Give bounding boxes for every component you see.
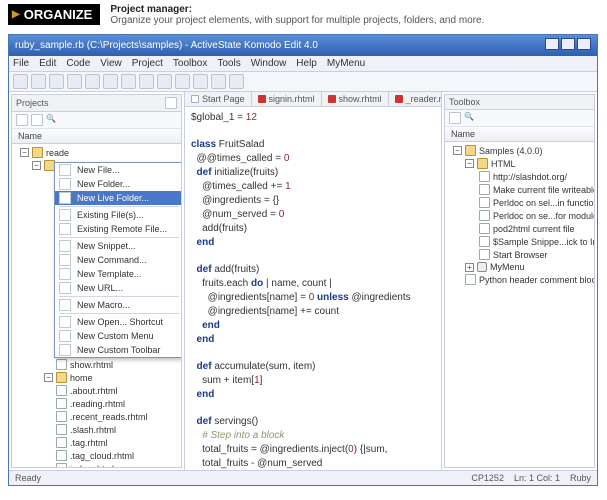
toolbar-button[interactable]: [49, 74, 64, 89]
url-icon: [479, 171, 490, 182]
name-column-header: Name: [445, 127, 594, 142]
toolbar-button[interactable]: [175, 74, 190, 89]
tab-start-page[interactable]: Start Page: [185, 92, 252, 106]
file-icon: [56, 424, 67, 435]
toolbox-panel-toolbar: 🔍: [445, 110, 594, 127]
toolbar-button[interactable]: [139, 74, 154, 89]
tab-show[interactable]: show.rhtml: [322, 92, 389, 106]
titlebar: ruby_sample.rb (C:\Projects\samples) - A…: [9, 35, 597, 56]
folder-icon: [56, 372, 67, 383]
toolbar-button[interactable]: [31, 74, 46, 89]
code-editor[interactable]: $global_1 = 12 class FruitSalad @@times_…: [185, 107, 441, 470]
panel-tool[interactable]: [16, 114, 28, 126]
menubar: File Edit Code View Project Toolbox Tool…: [9, 56, 597, 72]
command-icon: [479, 249, 490, 260]
toolbar-button[interactable]: [85, 74, 100, 89]
banner: ORGANIZE Project manager: Organize your …: [0, 0, 607, 34]
organize-badge: ORGANIZE: [8, 4, 100, 25]
folder-icon: [32, 147, 43, 158]
command-icon: [479, 210, 490, 221]
menu-help[interactable]: Help: [296, 58, 317, 69]
menu-code[interactable]: Code: [66, 58, 90, 69]
tab-signin[interactable]: signin.rhtml: [252, 92, 322, 106]
command-icon: [479, 223, 490, 234]
menu-project[interactable]: Project: [132, 58, 163, 69]
menu-new-url[interactable]: New URL...: [55, 281, 181, 295]
panel-button[interactable]: [165, 97, 177, 109]
toolbox-panel-header: Toolbox: [445, 95, 594, 110]
file-icon: [56, 359, 67, 370]
panel-tool[interactable]: [449, 112, 461, 124]
file-icon: [56, 437, 67, 448]
context-menu: New File... New Folder... New Live Folde…: [54, 162, 181, 358]
toolbar-button[interactable]: [103, 74, 118, 89]
menu-new-folder[interactable]: New Folder...: [55, 177, 181, 191]
menu-edit[interactable]: Edit: [39, 58, 56, 69]
menu-toolbox[interactable]: Toolbox: [173, 58, 207, 69]
file-icon: [56, 411, 67, 422]
menu-new-live-folder[interactable]: New Live Folder...: [55, 191, 181, 205]
panel-tool[interactable]: [31, 114, 43, 126]
projects-panel-toolbar: 🔍: [12, 112, 181, 129]
projects-panel-header: Projects: [12, 95, 181, 112]
toolbar-button[interactable]: [193, 74, 208, 89]
toolbar-button[interactable]: [67, 74, 82, 89]
menu-icon: [477, 262, 487, 272]
name-column-header: Name: [12, 129, 181, 144]
menu-new-template[interactable]: New Template...: [55, 267, 181, 281]
menu-view[interactable]: View: [100, 58, 122, 69]
toolbar-button[interactable]: [211, 74, 226, 89]
window-title: ruby_sample.rb (C:\Projects\samples) - A…: [15, 40, 318, 51]
file-icon: [56, 450, 67, 461]
file-icon: [56, 385, 67, 396]
file-icon: [258, 95, 266, 103]
folder-icon: [465, 145, 476, 156]
command-icon: [479, 197, 490, 208]
file-icon: [395, 95, 403, 103]
status-language: Ruby: [570, 473, 591, 483]
menu-existing-remote-file[interactable]: Existing Remote File...: [55, 222, 181, 236]
toolbar-button[interactable]: [157, 74, 172, 89]
status-encoding: CP1252: [471, 473, 504, 483]
search-icon[interactable]: 🔍: [464, 112, 474, 124]
file-icon: [56, 463, 67, 467]
search-icon[interactable]: 🔍: [46, 114, 56, 126]
file-icon: [328, 95, 336, 103]
menu-new-macro[interactable]: New Macro...: [55, 298, 181, 312]
banner-text: Project manager: Organize your project e…: [110, 4, 484, 26]
menu-file[interactable]: File: [13, 58, 29, 69]
toolbox-tree[interactable]: −Samples (4.0.0) −HTML http://slashdot.o…: [445, 142, 594, 467]
status-ready: Ready: [15, 473, 41, 483]
window-controls[interactable]: [543, 38, 591, 53]
editor-tabs: Start Page signin.rhtml show.rhtml _read…: [185, 92, 441, 107]
menu-tools[interactable]: Tools: [217, 58, 240, 69]
toolbar-button[interactable]: [13, 74, 28, 89]
main-toolbar: [9, 72, 597, 92]
command-icon: [479, 184, 490, 195]
statusbar: Ready CP1252 Ln: 1 Col: 1 Ruby: [9, 470, 597, 485]
menu-new-custom-menu[interactable]: New Custom Menu: [55, 329, 181, 343]
menu-new-command[interactable]: New Command...: [55, 253, 181, 267]
menu-new-custom-toolbar[interactable]: New Custom Toolbar: [55, 343, 181, 357]
snippet-icon: [465, 274, 476, 285]
menu-new-snippet[interactable]: New Snippet...: [55, 239, 181, 253]
folder-icon: [477, 158, 488, 169]
menu-window[interactable]: Window: [251, 58, 287, 69]
menu-mymenu[interactable]: MyMenu: [327, 58, 365, 69]
app-window: ruby_sample.rb (C:\Projects\samples) - A…: [8, 34, 598, 486]
menu-new-file[interactable]: New File...: [55, 163, 181, 177]
snippet-icon: [479, 236, 490, 247]
toolbar-button[interactable]: [229, 74, 244, 89]
menu-existing-files[interactable]: Existing File(s)...: [55, 208, 181, 222]
toolbar-button[interactable]: [121, 74, 136, 89]
file-icon: [56, 398, 67, 409]
tab-reader[interactable]: _reader.rhtml: [389, 92, 441, 106]
status-position: Ln: 1 Col: 1: [514, 473, 560, 483]
menu-new-open-shortcut[interactable]: New Open... Shortcut: [55, 315, 181, 329]
projects-tree[interactable]: −reade −ho New File... New Folder... New…: [12, 144, 181, 467]
